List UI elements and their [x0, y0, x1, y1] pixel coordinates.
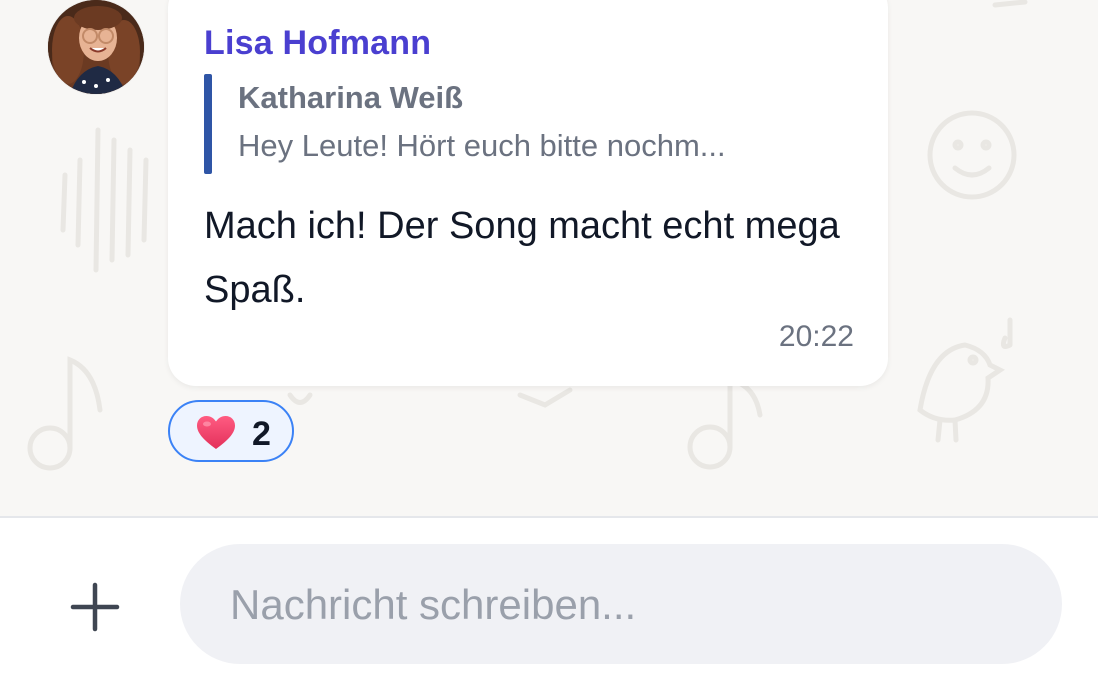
message-input[interactable]	[228, 544, 1032, 666]
avatar[interactable]	[48, 0, 144, 94]
reply-quote[interactable]: Katharina Weiß Hey Leute! Hört euch bitt…	[204, 74, 854, 174]
message-text: Mach ich! Der Song macht echt mega Spaß.	[204, 205, 840, 311]
reaction-count: 2	[252, 415, 271, 453]
reply-quote-excerpt: Hey Leute! Hört euch bitte nochm...	[238, 128, 726, 163]
heart-icon	[196, 415, 236, 451]
plus-icon	[70, 582, 120, 632]
sender-name[interactable]: Lisa Hofmann	[204, 24, 431, 63]
reply-quote-bar	[204, 74, 212, 174]
message-timestamp: 20:22	[778, 320, 854, 353]
reply-quote-author: Katharina Weiß	[238, 80, 464, 115]
message-input-wrapper[interactable]	[180, 544, 1062, 666]
reaction-chip[interactable]: 2	[168, 400, 294, 462]
add-attachment-button[interactable]	[60, 572, 130, 642]
message-bubble[interactable]: Lisa Hofmann Katharina Weiß Hey Leute! H…	[168, 0, 888, 386]
message-composer	[0, 516, 1098, 684]
chat-screen: Lisa Hofmann Katharina Weiß Hey Leute! H…	[0, 0, 1098, 684]
